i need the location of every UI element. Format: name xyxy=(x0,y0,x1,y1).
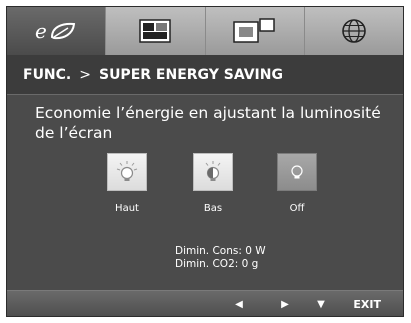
bulb-low-icon xyxy=(205,161,221,181)
osd-menu: e FUNC. > SUPER ENERGY SAVING Economie l… xyxy=(6,6,404,317)
pip-icon xyxy=(232,18,275,43)
tab-bar: e xyxy=(7,7,403,55)
nav-left-button[interactable]: ◀ xyxy=(225,291,253,316)
globe-icon xyxy=(342,19,366,43)
option-off-label: Off xyxy=(289,203,305,214)
bulb-high-icon xyxy=(116,161,138,181)
co2-line: Dimin. CO2: 0 g xyxy=(175,258,266,271)
description-text: Economie l’énergie en ajustant la lumino… xyxy=(35,104,381,142)
tab-energy[interactable]: e xyxy=(7,7,107,55)
cons-value: 0 W xyxy=(245,245,266,257)
svg-text:e: e xyxy=(35,20,47,42)
option-bas-box[interactable] xyxy=(193,153,233,191)
arrow-down-icon: ▼ xyxy=(317,298,325,310)
nav-right-button[interactable]: ▶ xyxy=(271,291,299,316)
option-bas-label: Bas xyxy=(203,203,223,214)
option-haut[interactable]: Haut xyxy=(107,153,147,214)
exit-button[interactable]: EXIT xyxy=(353,291,381,316)
bottom-nav-bar: ◀ ▶ ▼ EXIT xyxy=(7,290,403,316)
option-haut-box[interactable] xyxy=(107,153,147,191)
cons-label: Dimin. Cons: xyxy=(175,245,242,257)
option-off-box[interactable] xyxy=(277,153,317,191)
option-bas[interactable]: Bas xyxy=(193,153,233,214)
tab-pip[interactable] xyxy=(206,7,305,55)
breadcrumb: FUNC. > SUPER ENERGY SAVING xyxy=(7,55,403,95)
arrow-right-icon: ▶ xyxy=(281,298,289,310)
tab-language[interactable] xyxy=(305,7,403,55)
co2-label: Dimin. CO2: xyxy=(175,258,239,270)
co2-value: 0 g xyxy=(241,258,259,270)
tab-picture[interactable] xyxy=(106,7,206,55)
arrow-left-icon: ◀ xyxy=(235,298,243,310)
breadcrumb-separator: > xyxy=(79,66,91,83)
breadcrumb-current: SUPER ENERGY SAVING xyxy=(98,66,283,83)
cons-line: Dimin. Cons: 0 W xyxy=(175,245,266,258)
eco-leaf-icon: e xyxy=(35,20,76,42)
picture-icon xyxy=(139,19,172,43)
savings-stats: Dimin. Cons: 0 W Dimin. CO2: 0 g xyxy=(175,245,266,271)
energy-options: Haut Bas Off xyxy=(107,153,327,223)
option-off[interactable]: Off xyxy=(277,153,317,214)
nav-down-button[interactable]: ▼ xyxy=(307,291,335,316)
option-haut-label: Haut xyxy=(115,203,139,214)
bulb-off-icon xyxy=(291,165,303,179)
breadcrumb-func: FUNC. xyxy=(23,66,72,83)
